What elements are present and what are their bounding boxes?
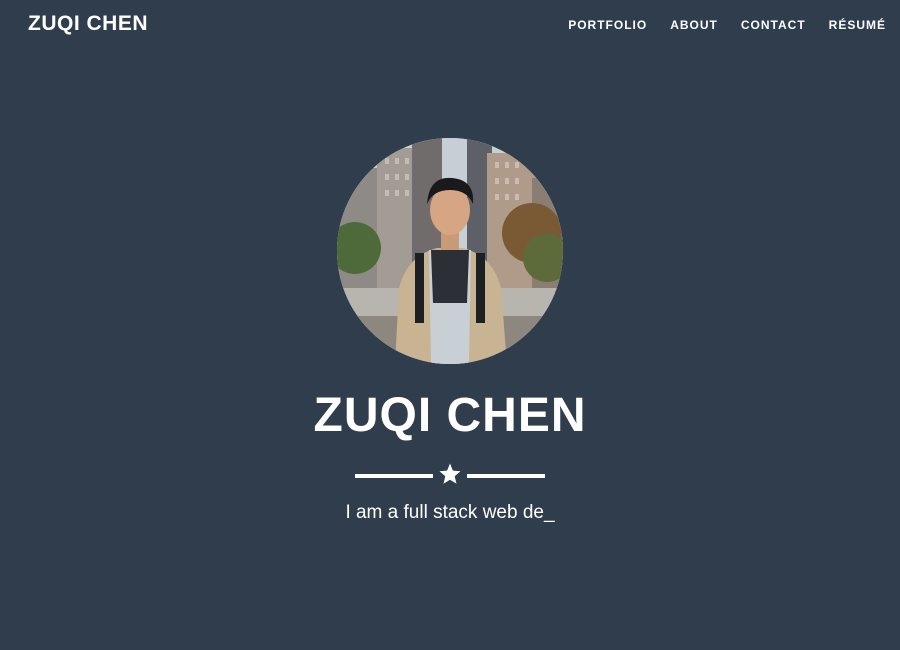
hero-section: ZUQI CHEN I am a full stack web de_ (0, 138, 900, 524)
divider-line-left (355, 474, 433, 478)
profile-photo-illustration (337, 138, 563, 364)
nav-link-portfolio[interactable]: PORTFOLIO (568, 18, 647, 32)
nav-link-contact[interactable]: CONTACT (741, 18, 806, 32)
hero-name: ZUQI CHEN (313, 389, 587, 442)
tagline: I am a full stack web de_ (345, 502, 555, 523)
star-icon (439, 463, 461, 484)
profile-photo (337, 138, 563, 364)
divider-line-right (467, 474, 545, 478)
star-divider (355, 463, 545, 486)
nav-link-resume[interactable]: RÉSUMÉ (829, 18, 886, 32)
navbar: ZUQI CHEN PORTFOLIO ABOUT CONTACT RÉSUMÉ (0, 0, 900, 52)
brand-link[interactable]: ZUQI CHEN (28, 12, 148, 36)
nav-links: PORTFOLIO ABOUT CONTACT RÉSUMÉ (545, 18, 886, 32)
nav-link-about[interactable]: ABOUT (670, 18, 718, 32)
